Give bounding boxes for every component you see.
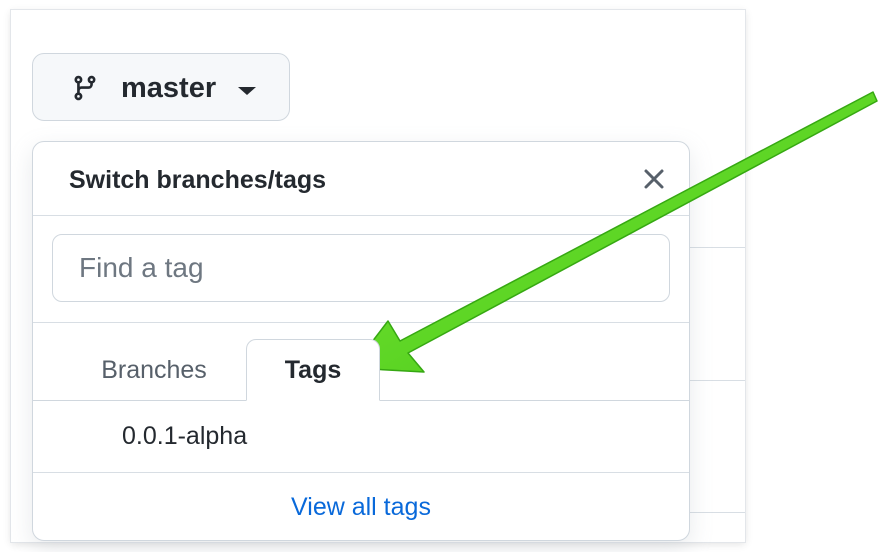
git-branch-icon [74, 75, 96, 101]
view-all-tags-link[interactable]: View all tags [33, 473, 689, 540]
find-tag-input[interactable] [52, 234, 670, 302]
branch-tag-tabs: Branches Tags [33, 323, 689, 401]
current-branch-label: master [121, 72, 217, 104]
dropdown-title: Switch branches/tags [69, 166, 327, 194]
background-divider [690, 247, 745, 248]
tab-branches[interactable]: Branches [61, 339, 247, 401]
chevron-down-icon [238, 87, 256, 95]
tag-list-item[interactable]: 0.0.1-alpha [33, 401, 689, 473]
branch-select-button[interactable]: master [32, 53, 290, 121]
background-divider [690, 380, 745, 381]
background-divider [690, 512, 745, 513]
branch-tag-dropdown: Switch branches/tags Branches Tags 0.0.1… [32, 141, 690, 541]
dropdown-header: Switch branches/tags [33, 142, 689, 216]
tab-tags[interactable]: Tags [246, 339, 380, 401]
close-icon[interactable] [639, 164, 669, 194]
filter-section [33, 215, 689, 323]
tag-name: 0.0.1-alpha [122, 422, 248, 450]
